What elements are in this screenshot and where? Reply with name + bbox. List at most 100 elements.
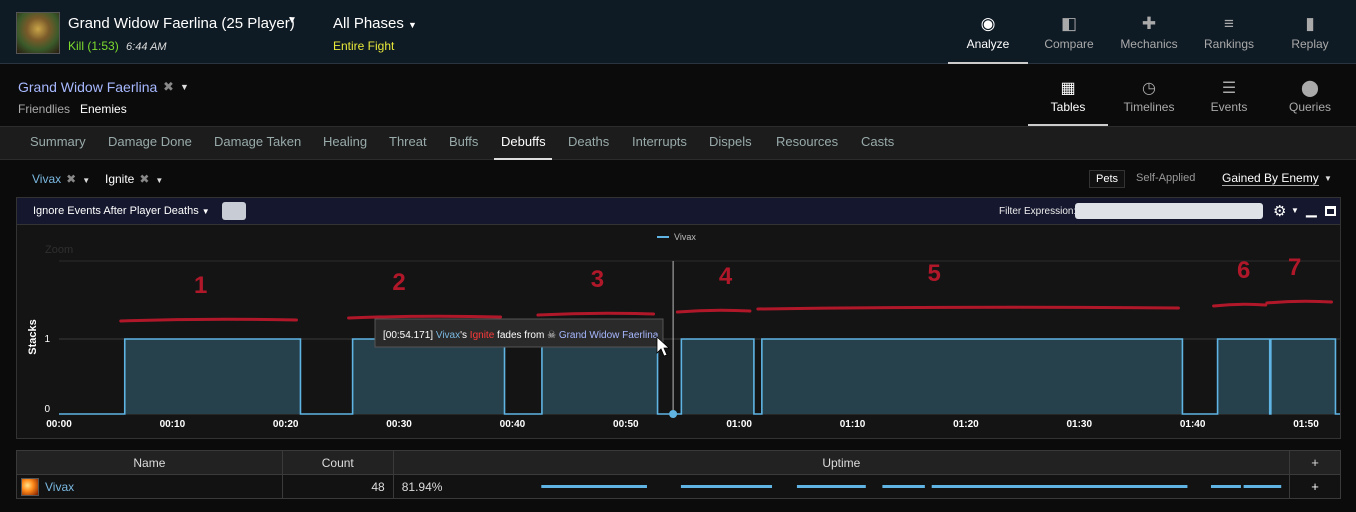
- x-tick-label: 01:00: [726, 419, 752, 430]
- ignore-toggle[interactable]: [222, 202, 246, 220]
- tab-resources[interactable]: Resources: [776, 134, 838, 149]
- close-icon[interactable]: ✖: [139, 172, 149, 186]
- uptime-segment: [680, 485, 772, 488]
- kill-time: 6:44 AM: [126, 41, 167, 53]
- column-add[interactable]: +: [1289, 450, 1341, 475]
- x-tick-label: 00:30: [386, 419, 412, 430]
- tab-buffs[interactable]: Buffs: [449, 134, 478, 149]
- kill-text: Kill (1:53): [68, 39, 119, 53]
- gear-icon[interactable]: ⚙: [1273, 202, 1286, 220]
- column-count[interactable]: Count: [281, 450, 394, 475]
- gained-by-dropdown[interactable]: Gained By Enemy: [1222, 171, 1319, 186]
- stack-segment: [541, 339, 658, 414]
- uptime-segment: [796, 485, 866, 488]
- annotation-label: 1: [194, 272, 207, 299]
- tab-debuffs[interactable]: Debuffs: [501, 134, 546, 149]
- tab-dispels[interactable]: Dispels: [709, 134, 752, 149]
- column-uptime[interactable]: Uptime: [392, 450, 1291, 475]
- pets-toggle[interactable]: Pets: [1089, 170, 1126, 188]
- uptime-segment: [882, 485, 925, 488]
- chart-panel-header: Ignore Events After Player Deaths ▼ Filt…: [16, 197, 1341, 225]
- stack-segment: [1270, 339, 1336, 414]
- eye-icon: ◉: [980, 14, 996, 33]
- tab-threat[interactable]: Threat: [389, 134, 427, 149]
- maximize-icon[interactable]: [1325, 206, 1336, 216]
- count-cell: 48: [281, 474, 394, 499]
- self-applied-toggle[interactable]: Self-Applied: [1136, 172, 1195, 184]
- chevron-down-icon[interactable]: ▼: [155, 176, 163, 185]
- chevron-down-icon[interactable]: ▼: [1291, 206, 1299, 215]
- rankings-icon: ≡: [1224, 14, 1234, 33]
- event-tooltip: [00:54.171] Vivax's Ignite fades from ☠ …: [374, 318, 664, 348]
- phase-selector[interactable]: All Phases ▼: [333, 15, 417, 32]
- debuff-chart[interactable]: Zoom Vivax Stacks 0 1 00:00 00:10 00:20 00:30 00:…: [17, 225, 1342, 439]
- boss-portrait-icon: [16, 12, 60, 54]
- add-button[interactable]: +: [1289, 474, 1341, 499]
- ignite-spell-icon: [21, 477, 39, 496]
- tab-deaths[interactable]: Deaths: [568, 134, 609, 149]
- view-queries[interactable]: ⬤ Queries: [1270, 66, 1350, 126]
- annotation-stroke: [536, 311, 656, 317]
- tab-damage-taken[interactable]: Damage Taken: [214, 134, 301, 149]
- annotation-stroke: [347, 314, 503, 320]
- view-timelines[interactable]: ◷ Timelines: [1109, 66, 1189, 126]
- uptime-segment: [931, 485, 1188, 488]
- chart-area: Zoom Vivax Stacks 0 1 00:00 00:10 00:20 00:30 00:…: [16, 225, 1341, 439]
- active-tab-indicator: [494, 158, 552, 160]
- annotation-label: 3: [591, 266, 604, 293]
- close-icon[interactable]: ✖: [163, 79, 174, 95]
- uptime-table: Name Count Uptime + Vivax 48 81.94% +: [16, 450, 1341, 499]
- close-icon[interactable]: ✖: [66, 172, 76, 186]
- x-tick-label: 00:50: [613, 419, 639, 430]
- tooltip-text: [00:54.171] Vivax's Ignite fades from ☠ …: [383, 330, 659, 341]
- chevron-down-icon[interactable]: ▼: [1324, 174, 1332, 183]
- x-tick-label: 01:20: [953, 419, 979, 430]
- enemies-link[interactable]: Enemies: [80, 102, 127, 116]
- annotation-label: 4: [719, 263, 733, 290]
- stack-segment: [352, 339, 505, 414]
- list-icon: ☰: [1221, 80, 1237, 97]
- x-tick-label: 01:50: [1293, 419, 1319, 430]
- view-events[interactable]: ☰ Events: [1189, 66, 1269, 126]
- x-tick-label: 00:10: [160, 419, 186, 430]
- tab-summary[interactable]: Summary: [30, 134, 86, 149]
- nav-rankings[interactable]: ≡ Rankings: [1189, 0, 1269, 64]
- uptime-cell: 81.94%: [392, 474, 1291, 499]
- nav-replay[interactable]: ▮ Replay: [1270, 0, 1350, 64]
- nav-compare[interactable]: ◧ Compare: [1029, 0, 1109, 64]
- grid-icon: ▦: [1060, 80, 1076, 97]
- annotation-stroke: [675, 308, 752, 314]
- chevron-down-icon[interactable]: ▼: [180, 82, 189, 92]
- annotation-label: 2: [392, 269, 405, 296]
- view-tables[interactable]: ▦ Tables: [1028, 66, 1108, 126]
- ignore-deaths-dropdown[interactable]: Ignore Events After Player Deaths ▼: [33, 205, 210, 217]
- source-filter[interactable]: Vivax ✖ ▼: [32, 172, 90, 186]
- y-tick-label: 1: [44, 334, 50, 345]
- compare-icon: ◧: [1060, 14, 1078, 33]
- filter-expression-input[interactable]: [1075, 203, 1263, 219]
- chevron-down-icon[interactable]: ▼: [82, 176, 90, 185]
- tab-healing[interactable]: Healing: [323, 134, 367, 149]
- x-tick-label: 01:30: [1066, 419, 1092, 430]
- tab-bar: Summary Damage Done Damage Taken Healing…: [0, 126, 1356, 160]
- column-name[interactable]: Name: [16, 450, 283, 475]
- tab-damage-done[interactable]: Damage Done: [108, 134, 192, 149]
- minimize-icon[interactable]: ▁: [1306, 201, 1317, 218]
- filter-expression-label: Filter Expression:: [999, 206, 1077, 217]
- annotation-label: 6: [1237, 257, 1250, 284]
- ability-filter[interactable]: Ignite ✖ ▼: [105, 172, 163, 186]
- chevron-down-icon[interactable]: ▼: [287, 15, 297, 26]
- phase-subtitle: Entire Fight: [333, 39, 395, 53]
- tab-interrupts[interactable]: Interrupts: [632, 134, 687, 149]
- vivax-link[interactable]: Vivax: [45, 480, 74, 494]
- zoom-label: Zoom: [45, 244, 73, 256]
- friendlies-link[interactable]: Friendlies: [18, 102, 70, 116]
- target-title[interactable]: Grand Widow Faerlina: [18, 79, 157, 95]
- x-tick-label: 00:00: [46, 419, 72, 430]
- nav-mechanics[interactable]: ✚ Mechanics: [1109, 0, 1189, 64]
- boss-title[interactable]: Grand Widow Faerlina (25 Player): [68, 15, 295, 32]
- nav-analyze[interactable]: ◉ Analyze: [948, 0, 1028, 64]
- uptime-bar: [541, 485, 1281, 488]
- annotation-stroke: [756, 305, 1180, 311]
- tab-casts[interactable]: Casts: [861, 134, 894, 149]
